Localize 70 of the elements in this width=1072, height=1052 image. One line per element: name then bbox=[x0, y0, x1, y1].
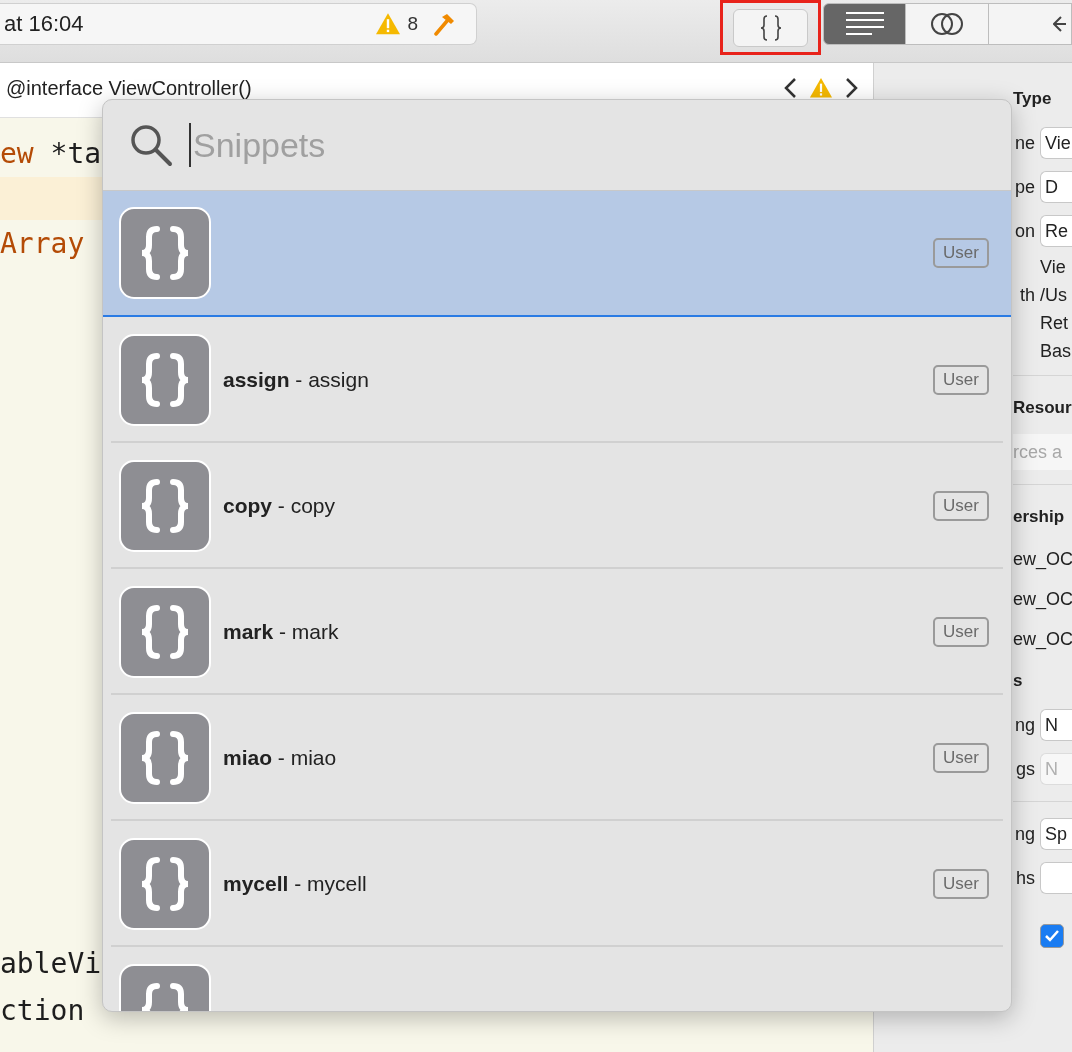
snippet-row[interactable]: mycell - mycell User bbox=[103, 821, 1011, 947]
path-text: /Us bbox=[1040, 284, 1068, 306]
snippet-title: mycell - mycell bbox=[223, 872, 367, 896]
user-tag: User bbox=[933, 365, 989, 395]
snippet-title: miao - miao bbox=[223, 746, 337, 770]
field-label: ng bbox=[1013, 823, 1035, 845]
path-text: Ret bbox=[1040, 312, 1069, 334]
checkmark-icon bbox=[1044, 929, 1060, 943]
popup-field[interactable]: D bbox=[1040, 171, 1072, 203]
circles-icon bbox=[930, 11, 964, 37]
section-header: s bbox=[1013, 671, 1024, 691]
path-text: Bas bbox=[1040, 340, 1072, 362]
field-label: hs bbox=[1015, 867, 1035, 889]
code-line: ew *ta bbox=[0, 137, 102, 170]
braces-icon bbox=[119, 586, 211, 678]
checkbox[interactable] bbox=[1040, 924, 1064, 948]
braces-icon bbox=[119, 334, 211, 426]
target-name: ew_OC bbox=[1013, 588, 1072, 610]
snippet-title: mark - mark bbox=[223, 620, 339, 644]
user-tag: User bbox=[933, 617, 989, 647]
hammer-icon bbox=[432, 12, 456, 36]
braces-icon bbox=[759, 13, 782, 42]
warning-icon bbox=[809, 77, 833, 99]
search-icon bbox=[129, 123, 173, 167]
field-label: th bbox=[1019, 284, 1035, 306]
section-header: Type bbox=[1013, 89, 1053, 109]
user-tag: User bbox=[933, 238, 989, 268]
braces-icon bbox=[119, 207, 211, 299]
inspector-tab[interactable] bbox=[906, 3, 989, 45]
snippet-row[interactable]: miao - miao User bbox=[103, 695, 1011, 821]
target-name: ew_OC bbox=[1013, 548, 1072, 570]
filter-field[interactable]: rces a bbox=[1013, 434, 1072, 470]
field-label: ne bbox=[1013, 132, 1035, 154]
field-label: gs bbox=[1015, 758, 1035, 780]
search-field[interactable]: Snippets bbox=[189, 123, 1011, 167]
lines-icon bbox=[845, 12, 884, 36]
popup-field[interactable]: Vie bbox=[1040, 127, 1072, 159]
code-line: ableVi bbox=[0, 947, 102, 980]
field-label: pe bbox=[1013, 176, 1035, 198]
path-text: Vie bbox=[1040, 256, 1067, 278]
braces-icon bbox=[119, 460, 211, 552]
warning-count: 8 bbox=[407, 13, 418, 35]
warning-icon bbox=[375, 12, 402, 36]
field-label: on bbox=[1013, 220, 1035, 242]
user-tag: User bbox=[933, 869, 989, 899]
snippet-row[interactable]: copy - copy User bbox=[103, 443, 1011, 569]
snippets-button[interactable] bbox=[733, 8, 808, 47]
target-name: ew_OC bbox=[1013, 628, 1072, 650]
code-line: Array bbox=[0, 227, 85, 260]
snippet-title: assign - assign bbox=[223, 368, 369, 392]
snippet-title: copy - copy bbox=[223, 494, 336, 518]
popup-field[interactable]: Sp bbox=[1040, 818, 1072, 850]
status-text: at 16:04 bbox=[4, 11, 85, 37]
braces-icon bbox=[119, 838, 211, 930]
section-header: ership bbox=[1013, 507, 1066, 527]
chevron-right-icon[interactable] bbox=[845, 77, 859, 99]
snippet-row[interactable]: assign - assign User bbox=[103, 317, 1011, 443]
chevron-left-icon[interactable] bbox=[783, 77, 797, 99]
popup-field[interactable] bbox=[1040, 862, 1072, 894]
code-line: ction bbox=[0, 994, 85, 1027]
snippet-row[interactable]: mark - mark User bbox=[103, 569, 1011, 695]
user-tag: User bbox=[933, 743, 989, 773]
section-header: Resour bbox=[1013, 398, 1072, 418]
popup-field[interactable]: Re bbox=[1040, 215, 1072, 247]
arrow-icon bbox=[1053, 14, 1067, 34]
popup-field[interactable]: N bbox=[1040, 709, 1072, 741]
field-label: ng bbox=[1013, 714, 1035, 736]
braces-icon bbox=[119, 712, 211, 804]
inspector-tab[interactable] bbox=[823, 3, 906, 45]
user-tag: User bbox=[933, 491, 989, 521]
